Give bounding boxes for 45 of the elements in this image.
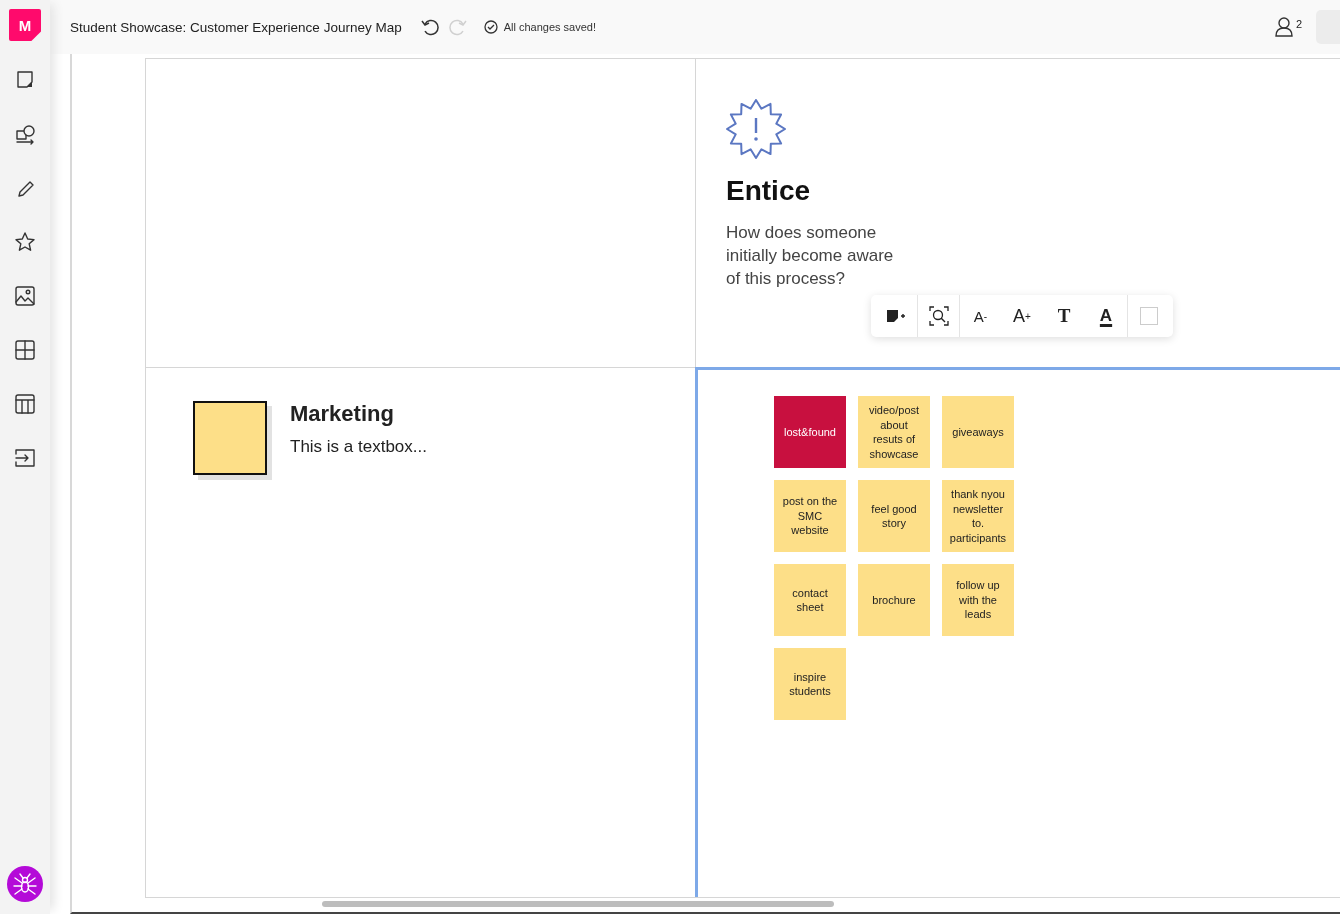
star-icon <box>14 231 36 253</box>
row-title: Marketing <box>290 401 395 427</box>
zoom-fit-icon <box>928 306 949 326</box>
sticky-note[interactable]: feel good story <box>858 480 930 552</box>
shapes-icon <box>14 123 36 145</box>
image-tool[interactable] <box>14 285 36 307</box>
sticky-note-tool[interactable] <box>14 69 36 91</box>
user-avatar[interactable] <box>7 866 43 902</box>
save-status: All changes saved! <box>503 21 597 33</box>
user-icon[interactable] <box>1273 16 1294 38</box>
column-description: How does someone initially become aware of this process? <box>726 222 895 290</box>
horizontal-scrollbar[interactable] <box>322 901 834 907</box>
table-tool[interactable] <box>14 393 36 415</box>
row-textbox[interactable]: This is a textbox... <box>290 437 427 457</box>
import-icon <box>14 447 36 469</box>
starburst-exclamation-icon <box>726 99 786 159</box>
app-logo[interactable]: M <box>9 9 41 41</box>
board-title: Student Showcase: Customer Experience Journey Map <box>70 19 402 35</box>
sticky-note[interactable]: thank nyou newsletter to. participants <box>942 480 1014 552</box>
font-style-button[interactable]: T <box>1043 295 1085 337</box>
text-color-button[interactable]: A <box>1085 295 1127 337</box>
sticky-note[interactable]: giveaways <box>942 396 1014 468</box>
grid-icon <box>14 339 36 361</box>
table-icon <box>14 393 36 415</box>
image-icon <box>14 285 36 307</box>
sticky-note[interactable]: video/post about resuts of showcase <box>858 396 930 468</box>
import-tool[interactable] <box>14 447 36 469</box>
undo-button[interactable] <box>419 17 440 37</box>
add-note-icon <box>886 309 906 323</box>
sticky-note[interactable]: inspire students <box>774 648 846 720</box>
sticky-note[interactable]: contact sheet <box>774 564 846 636</box>
collaborator-count: 2 <box>1295 18 1302 30</box>
font-size-button[interactable]: A$^{+}$ <box>1001 295 1043 337</box>
check-circle-icon <box>483 20 498 34</box>
sticky-note[interactable]: follow up with the leads <box>942 564 1014 636</box>
sticky-note[interactable]: lost&found <box>774 396 846 468</box>
sticky-note[interactable]: brochure <box>858 564 930 636</box>
shapes-tool[interactable] <box>14 123 36 145</box>
star-tool[interactable] <box>14 231 36 253</box>
font-size-button[interactable]: A$^{-}$ <box>959 295 1001 337</box>
column-title: Entice <box>726 175 812 207</box>
sticky-note-icon <box>14 69 36 91</box>
sticky-note[interactable]: post on the SMC website <box>774 480 846 552</box>
grid-tool[interactable] <box>14 339 36 361</box>
selected-cell[interactable]: lost&found video/post about resuts of showcase giveaways post on the SMC website feel good story thank nyou newsletter to. participants contact sheet brochure follow up with the leads inspire students <box>695 367 1340 897</box>
